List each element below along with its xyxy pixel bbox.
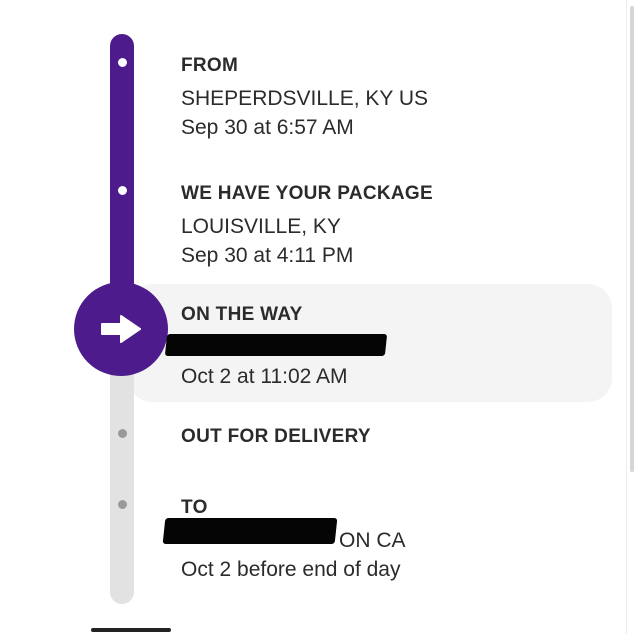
- current-step-marker: [74, 282, 168, 376]
- home-indicator: [91, 628, 171, 632]
- step-title: FROM: [181, 55, 239, 76]
- redacted-location: [164, 334, 388, 356]
- step-time: Sep 30 at 4:11 PM: [181, 244, 354, 267]
- step-time: Sep 30 at 6:57 AM: [181, 116, 354, 139]
- timeline-step-out-for-delivery: OUT FOR DELIVERY: [181, 425, 371, 449]
- timeline-dot-out-for-delivery: [118, 429, 127, 438]
- step-location: SHEPERDSVILLE, KY US: [181, 87, 429, 110]
- timeline-step-received: WE HAVE YOUR PACKAGE LOUISVILLE, KY Sep …: [181, 182, 433, 270]
- redacted-destination: [162, 518, 338, 544]
- step-title: OUT FOR DELIVERY: [181, 426, 371, 447]
- step-time: Oct 2 before end of day: [181, 558, 401, 581]
- right-divider: [626, 0, 627, 634]
- step-title: TO: [181, 497, 208, 518]
- vertical-scrollbar[interactable]: [630, 6, 634, 472]
- step-time: Oct 2 at 11:02 AM: [181, 365, 348, 388]
- step-title: WE HAVE YOUR PACKAGE: [181, 183, 433, 204]
- timeline-dot-received: [118, 186, 127, 195]
- step-location: LOUISVILLE, KY: [181, 215, 341, 238]
- timeline-dot-to: [118, 500, 127, 509]
- timeline-dot-from: [118, 58, 127, 67]
- arrow-right-icon: [101, 315, 141, 343]
- timeline-step-from: FROM SHEPERDSVILLE, KY US Sep 30 at 6:57…: [181, 54, 428, 142]
- step-title: ON THE WAY: [181, 304, 303, 325]
